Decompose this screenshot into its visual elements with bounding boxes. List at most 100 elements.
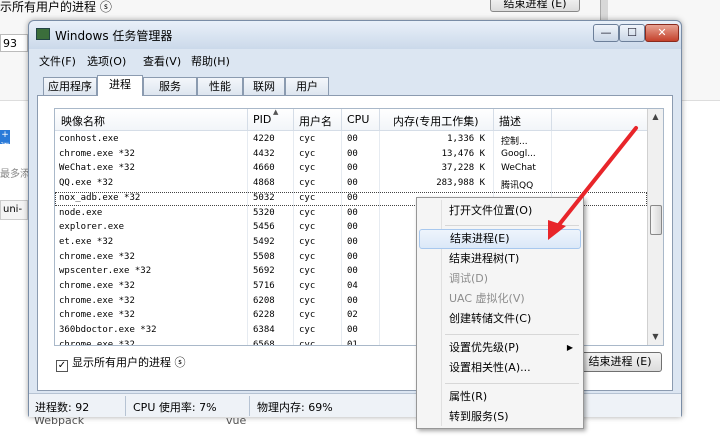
menu-item-set-affinity[interactable]: 设置相关性(A)... bbox=[419, 358, 581, 378]
end-process-button[interactable]: 结束进程 (E) bbox=[578, 352, 662, 372]
column-divider[interactable] bbox=[341, 109, 342, 131]
tab-applications[interactable]: 应用程序 bbox=[43, 77, 97, 95]
column-header-description[interactable]: 描述 bbox=[499, 113, 521, 129]
process-memory: 13,476 K bbox=[441, 148, 485, 159]
process-description: 腾讯QQ bbox=[501, 181, 534, 192]
process-pid: 4432 bbox=[253, 148, 275, 159]
tab-networking[interactable]: 联网 bbox=[243, 77, 285, 95]
column-header-name[interactable]: 映像名称 bbox=[61, 113, 105, 129]
vertical-scrollbar[interactable]: ▲ ▼ bbox=[647, 109, 663, 345]
process-pid: 6568 bbox=[253, 339, 275, 346]
process-cpu: 00 bbox=[347, 222, 358, 233]
column-header-memory[interactable]: 内存(专用工作集) bbox=[393, 113, 479, 129]
process-cpu: 00 bbox=[347, 251, 358, 262]
process-user: cyc bbox=[299, 251, 316, 262]
process-pid: 4868 bbox=[253, 178, 275, 189]
table-row[interactable]: chrome.exe *32 4432 cyc 00 13,476 K Googl... bbox=[55, 148, 647, 162]
process-name: WeChat.exe *32 bbox=[59, 163, 135, 174]
menu-item-open-file-location[interactable]: 打开文件位置(O) bbox=[419, 201, 581, 221]
process-description: WeChat bbox=[501, 163, 536, 174]
close-button[interactable]: ✕ bbox=[645, 24, 679, 42]
menu-item-end-process[interactable]: 结束进程(E) bbox=[419, 229, 581, 249]
menu-view[interactable]: 查看(V) bbox=[143, 53, 181, 69]
process-user: cyc bbox=[299, 236, 316, 247]
process-cpu: 00 bbox=[347, 236, 358, 247]
process-cpu: 00 bbox=[347, 295, 358, 306]
maximize-button[interactable]: ☐ bbox=[619, 24, 645, 42]
background-side-text: 最多添 bbox=[0, 169, 30, 180]
column-divider[interactable] bbox=[551, 109, 552, 131]
scroll-thumb[interactable] bbox=[650, 205, 662, 235]
show-all-users-checkbox[interactable]: ✓ 显示所有用户的进程 ⓢ bbox=[56, 354, 186, 372]
scroll-down-arrow-icon[interactable]: ▼ bbox=[648, 329, 663, 345]
background-side-text: uni- bbox=[0, 200, 28, 220]
process-cpu: 00 bbox=[347, 178, 358, 189]
process-name: chrome.exe *32 bbox=[59, 310, 135, 321]
process-memory: 1,336 K bbox=[447, 134, 485, 144]
process-name: chrome.exe *32 bbox=[59, 251, 135, 262]
menu-item-set-priority[interactable]: 设置优先级(P) ▶ bbox=[419, 338, 581, 358]
menu-item-end-process-tree[interactable]: 结束进程树(T) bbox=[419, 249, 581, 269]
tab-users[interactable]: 用户 bbox=[285, 77, 329, 95]
menu-file[interactable]: 文件(F) bbox=[39, 53, 76, 69]
column-header-user[interactable]: 用户名 bbox=[299, 113, 332, 129]
process-name: nox_adb.exe *32 bbox=[59, 192, 141, 203]
process-user: cyc bbox=[299, 148, 316, 159]
column-divider[interactable] bbox=[493, 109, 494, 131]
column-divider[interactable] bbox=[247, 109, 248, 131]
process-pid: 5716 bbox=[253, 281, 275, 291]
status-process-count: 进程数: 92 bbox=[35, 401, 90, 414]
title-bar[interactable]: Windows 任务管理器 — ☐ ✕ bbox=[29, 21, 681, 49]
submenu-arrow-icon: ▶ bbox=[566, 343, 573, 352]
process-name: chrome.exe *32 bbox=[59, 295, 135, 306]
process-cpu: 00 bbox=[347, 192, 358, 203]
menu-help[interactable]: 帮助(H) bbox=[191, 53, 230, 69]
background-end-process-button[interactable]: 结束进程 (E) bbox=[490, 0, 580, 12]
process-user: cyc bbox=[299, 192, 316, 203]
process-user: cyc bbox=[299, 178, 316, 189]
process-name: explorer.exe bbox=[59, 222, 125, 233]
tab-bar: 应用程序 进程 服务 性能 联网 用户 bbox=[39, 75, 639, 96]
status-divider bbox=[125, 396, 126, 416]
menu-separator bbox=[445, 225, 579, 226]
process-pid: 6208 bbox=[253, 295, 275, 306]
menu-item-go-to-service[interactable]: 转到服务(S) bbox=[419, 407, 581, 427]
process-pid: 4660 bbox=[253, 163, 275, 174]
menu-options[interactable]: 选项(O) bbox=[87, 53, 126, 69]
window-title: Windows 任务管理器 bbox=[55, 29, 173, 43]
process-name: chrome.exe *32 bbox=[59, 281, 135, 291]
column-header-pid[interactable]: PID bbox=[253, 113, 271, 129]
column-divider[interactable] bbox=[379, 109, 380, 131]
column-header-cpu[interactable]: CPU bbox=[347, 113, 369, 129]
column-divider[interactable] bbox=[293, 109, 294, 131]
tab-services[interactable]: 服务 bbox=[143, 77, 197, 95]
status-divider bbox=[249, 396, 250, 416]
process-pid: 5692 bbox=[253, 266, 275, 277]
minimize-button[interactable]: — bbox=[593, 24, 619, 42]
process-name: QQ.exe *32 bbox=[59, 178, 114, 189]
process-cpu: 02 bbox=[347, 310, 358, 321]
process-name: chrome.exe *32 bbox=[59, 339, 135, 346]
show-all-users-label: 显示所有用户的进程 ⓢ bbox=[72, 356, 186, 369]
process-pid: 5492 bbox=[253, 236, 275, 247]
process-name: wpscenter.exe *32 bbox=[59, 266, 152, 277]
process-user: cyc bbox=[299, 325, 316, 336]
background-number-field[interactable]: 93 bbox=[0, 34, 28, 52]
process-pid: 5508 bbox=[253, 251, 275, 262]
table-row[interactable]: WeChat.exe *32 4660 cyc 00 37,228 K WeChat bbox=[55, 162, 647, 176]
process-pid: 4220 bbox=[253, 134, 275, 144]
process-name: et.exe *32 bbox=[59, 236, 114, 247]
checkbox-check-icon[interactable]: ✓ bbox=[56, 360, 68, 372]
tab-performance[interactable]: 性能 bbox=[197, 77, 243, 95]
menu-item-create-dump-file[interactable]: 创建转储文件(C) bbox=[419, 309, 581, 329]
tab-processes[interactable]: 进程 bbox=[97, 75, 143, 96]
table-row[interactable]: conhost.exe 4220 cyc 00 1,336 K 控制... bbox=[55, 133, 647, 147]
table-row[interactable]: QQ.exe *32 4868 cyc 00 283,988 K 腾讯QQ bbox=[55, 177, 647, 191]
process-user: cyc bbox=[299, 207, 316, 218]
menu-bar: 文件(F) 选项(O) 查看(V) 帮助(H) bbox=[33, 50, 677, 68]
process-user: cyc bbox=[299, 281, 316, 291]
scroll-up-arrow-icon[interactable]: ▲ bbox=[648, 109, 663, 125]
process-cpu: 04 bbox=[347, 281, 358, 291]
process-cpu: 00 bbox=[347, 325, 358, 336]
menu-item-properties[interactable]: 属性(R) bbox=[419, 387, 581, 407]
